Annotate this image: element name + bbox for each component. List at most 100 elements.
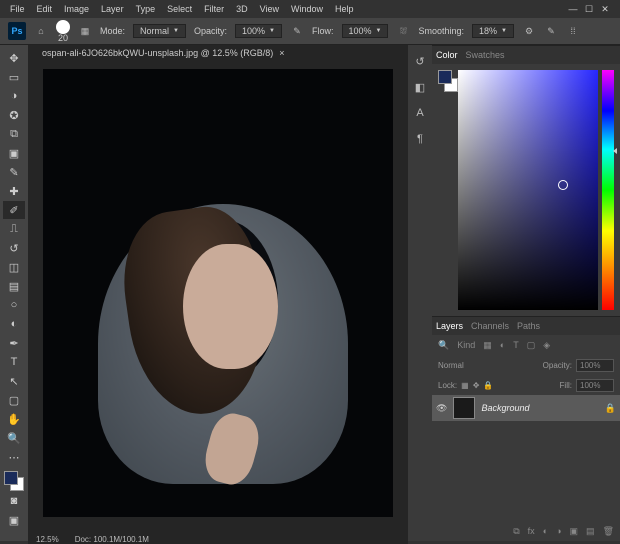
color-swatches[interactable] (4, 471, 24, 491)
layer-fx-icon[interactable]: fx (528, 526, 535, 536)
quick-select-tool-icon[interactable]: ✪ (3, 106, 25, 124)
menu-window[interactable]: Window (285, 2, 329, 16)
character-panel-icon[interactable]: A (412, 105, 428, 121)
mode-select[interactable]: Normal▼ (133, 24, 186, 38)
menu-filter[interactable]: Filter (198, 2, 230, 16)
pressure-size-icon[interactable]: ✎ (544, 24, 558, 38)
pressure-opacity-icon[interactable]: ✎ (290, 24, 304, 38)
tab-paths[interactable]: Paths (517, 321, 540, 331)
healing-tool-icon[interactable]: ✚ (3, 182, 25, 200)
group-icon[interactable]: ▣ (570, 526, 579, 537)
lasso-tool-icon[interactable]: ◑ (3, 87, 25, 105)
tab-swatches[interactable]: Swatches (466, 50, 505, 60)
delete-layer-icon[interactable]: 🗑 (603, 526, 614, 537)
hand-tool-icon[interactable]: ✋ (3, 410, 25, 428)
lock-pixels-icon[interactable]: ▦ (461, 381, 469, 390)
filter-adjust-icon[interactable]: ◐ (500, 340, 505, 350)
flow-label: Flow: (312, 26, 334, 36)
pen-tool-icon[interactable]: ✒ (3, 334, 25, 352)
home-icon[interactable]: ⌂ (34, 24, 48, 38)
brush-settings-icon[interactable]: ▦ (78, 24, 92, 38)
crop-tool-icon[interactable]: ⧉ (3, 125, 25, 143)
document-tab-label: ospan-ali-6JO626bkQWU-unsplash.jpg @ 12.… (42, 48, 273, 58)
brush-size: 20 (58, 34, 68, 43)
opacity-select[interactable]: 100%▼ (235, 24, 282, 38)
menubar: File Edit Image Layer Type Select Filter… (0, 0, 620, 18)
path-select-tool-icon[interactable]: ↖ (3, 372, 25, 390)
smoothing-options-icon[interactable]: ⚙ (522, 24, 536, 38)
canvas-stage[interactable] (28, 61, 408, 535)
lock-position-icon[interactable]: ✥ (473, 381, 480, 390)
panel-color-swatch[interactable] (438, 70, 454, 310)
brush-tool-icon[interactable]: ✐ (3, 201, 25, 219)
tab-close-icon[interactable]: × (279, 48, 284, 58)
new-layer-icon[interactable]: ▤ (586, 526, 595, 537)
layer-row[interactable]: 👁 Background 🔒 (432, 395, 620, 421)
paragraph-panel-icon[interactable]: ¶ (412, 131, 428, 147)
hue-slider[interactable] (602, 70, 614, 310)
menu-help[interactable]: Help (329, 2, 360, 16)
menu-image[interactable]: Image (58, 2, 95, 16)
shape-tool-icon[interactable]: ▢ (3, 391, 25, 409)
filter-kind-icon[interactable]: 🔍 (438, 340, 449, 351)
menu-3d[interactable]: 3D (230, 2, 254, 16)
move-tool-icon[interactable]: ✥ (3, 49, 25, 67)
menu-view[interactable]: View (254, 2, 285, 16)
opacity-label: Opacity: (194, 26, 227, 36)
layer-opacity-input[interactable] (576, 359, 614, 372)
layer-thumbnail[interactable] (453, 397, 475, 419)
fill-input[interactable] (576, 379, 614, 392)
app-icon[interactable]: Ps (8, 22, 26, 40)
menu-edit[interactable]: Edit (31, 2, 59, 16)
eraser-tool-icon[interactable]: ◫ (3, 258, 25, 276)
layer-mask-icon[interactable]: ◐ (543, 526, 548, 536)
fill-label: Fill: (560, 381, 572, 390)
filter-smart-icon[interactable]: ◈ (543, 340, 550, 351)
gradient-tool-icon[interactable]: ▤ (3, 277, 25, 295)
window-minimize-icon[interactable]: — (568, 4, 578, 14)
menu-file[interactable]: File (4, 2, 31, 16)
properties-panel-icon[interactable]: ◧ (412, 79, 428, 95)
color-field[interactable] (458, 70, 598, 310)
type-tool-icon[interactable]: T (3, 353, 25, 371)
quickmask-icon[interactable]: ◙ (3, 492, 25, 510)
screenmode-icon[interactable]: ▣ (3, 511, 25, 529)
adjustment-layer-icon[interactable]: ◑ (556, 526, 561, 536)
tab-color[interactable]: Color (436, 50, 458, 60)
blend-mode-select[interactable]: Normal (438, 361, 464, 370)
lock-all-icon[interactable]: 🔒 (483, 381, 493, 390)
visibility-icon[interactable]: 👁 (436, 403, 447, 414)
eyedropper-tool-icon[interactable]: ✎ (3, 163, 25, 181)
edit-toolbar-icon[interactable]: ⋯ (3, 448, 25, 466)
filter-shape-icon[interactable]: ▢ (527, 340, 536, 351)
layer-name[interactable]: Background (481, 403, 529, 413)
history-brush-tool-icon[interactable]: ↺ (3, 239, 25, 257)
blur-tool-icon[interactable]: ○ (3, 296, 25, 314)
airbrush-icon[interactable]: ⛆ (396, 24, 410, 38)
tab-channels[interactable]: Channels (471, 321, 509, 331)
document-tab[interactable]: ospan-ali-6JO626bkQWU-unsplash.jpg @ 12.… (34, 45, 293, 61)
history-panel-icon[interactable]: ↺ (412, 53, 428, 69)
window-maximize-icon[interactable]: ☐ (584, 4, 594, 14)
tab-layers[interactable]: Layers (436, 321, 463, 331)
dodge-tool-icon[interactable]: ◐ (3, 315, 25, 333)
brush-dot-icon (56, 20, 70, 34)
symmetry-icon[interactable]: ⁞⁞ (566, 24, 580, 38)
filter-type-icon[interactable]: T (513, 340, 519, 350)
marquee-tool-icon[interactable]: ▭ (3, 68, 25, 86)
window-close-icon[interactable]: ✕ (600, 4, 610, 14)
menu-type[interactable]: Type (130, 2, 162, 16)
foreground-color-swatch[interactable] (4, 471, 18, 485)
menu-select[interactable]: Select (161, 2, 198, 16)
brush-preview[interactable]: 20 (56, 20, 70, 43)
zoom-tool-icon[interactable]: 🔍 (3, 429, 25, 447)
flow-select[interactable]: 100%▼ (342, 24, 389, 38)
menu-layer[interactable]: Layer (95, 2, 130, 16)
layers-list: 👁 Background 🔒 (432, 395, 620, 521)
smoothing-select[interactable]: 18%▼ (472, 24, 514, 38)
filter-pixel-icon[interactable]: ▦ (483, 340, 492, 351)
collapsed-panel-strip: ↺ ◧ A ¶ (408, 45, 432, 541)
link-layers-icon[interactable]: ⧉ (513, 526, 519, 537)
frame-tool-icon[interactable]: ▣ (3, 144, 25, 162)
stamp-tool-icon[interactable]: ⎍ (3, 220, 25, 238)
